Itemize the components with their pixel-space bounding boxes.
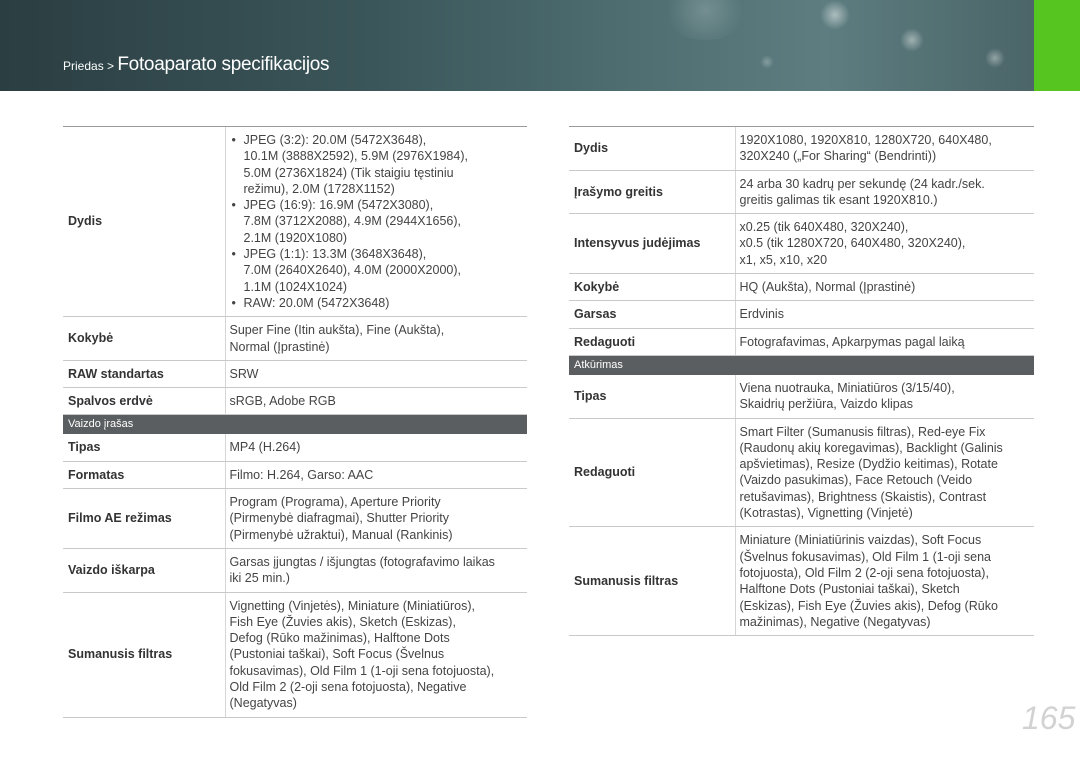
- spec-label: Dydis: [63, 125, 225, 318]
- breadcrumb-parent: Priedas >: [63, 59, 118, 73]
- chapter-tab: [1034, 0, 1080, 91]
- spec-label: Redaguoti: [569, 328, 735, 356]
- spec-label: Garsas: [569, 300, 735, 329]
- spec-value: sRGB, Adobe RGB: [224, 387, 527, 416]
- table-row: Tipas Viena nuotrauka, Miniatiūros (3/15…: [569, 374, 1034, 419]
- bullet-item: JPEG (16:9): 16.9M (5472X3080),7.8M (371…: [230, 197, 524, 246]
- spec-label: Sumanusis filtras: [569, 526, 735, 637]
- section-header-row: Vaizdo įrašas: [63, 414, 527, 435]
- spec-label: Sumanusis filtras: [63, 592, 225, 718]
- table-row: Filmo AE režimas Program (Programa), Ape…: [63, 488, 527, 549]
- spec-value: Viena nuotrauka, Miniatiūros (3/15/40), S…: [734, 374, 1034, 419]
- page-title: Fotoaparato specifikacijos: [117, 54, 330, 75]
- spec-label: Tipas: [63, 433, 225, 462]
- table-row: Sumanusis filtras Vignetting (Vinjetės),…: [63, 592, 527, 718]
- spec-label: RAW standartas: [63, 360, 225, 389]
- spec-value: SRW: [224, 360, 527, 389]
- bullet-item: JPEG (3:2): 20.0M (5472X3648),10.1M (388…: [230, 132, 524, 197]
- spec-value: Vignetting (Vinjetės), Miniature (Miniat…: [224, 592, 527, 718]
- spec-value: Miniature (Miniatiūrinis vaizdas), Soft …: [734, 526, 1034, 637]
- spec-value: Smart Filter (Sumanusis filtras), Red-ey…: [734, 418, 1034, 528]
- table-row: Kokybė HQ (Aukšta), Normal (Įprastinė): [569, 273, 1034, 302]
- spec-label: Intensyvus judėjimas: [569, 213, 735, 275]
- table-row: Intensyvus judėjimas x0.25 (tik 640X480,…: [569, 213, 1034, 275]
- spec-value: Fotografavimas, Apkarpymas pagal laiką: [734, 328, 1034, 356]
- spec-value: MP4 (H.264): [224, 433, 527, 462]
- table-row: Dydis JPEG (3:2): 20.0M (5472X3648),10.1…: [63, 125, 527, 318]
- page-number: 165: [1022, 700, 1076, 736]
- spec-table-left: Dydis JPEG (3:2): 20.0M (5472X3648),10.1…: [63, 125, 527, 718]
- table-row: Įrašymo greitis 24 arba 30 kadrų per sek…: [569, 170, 1034, 215]
- bullet-item: RAW: 20.0M (5472X3648): [230, 295, 524, 312]
- spec-value: Garsas įjungtas / išjungtas (fotografavi…: [224, 548, 527, 593]
- table-row: RAW standartas SRW: [63, 360, 527, 389]
- table-row: Kokybė Super Fine (Itin aukšta), Fine (A…: [63, 316, 527, 361]
- table-row: Redaguoti Smart Filter (Sumanusis filtra…: [569, 418, 1034, 528]
- table-row: Formatas Filmo: H.264, Garso: AAC: [63, 461, 527, 490]
- spec-label: Tipas: [569, 374, 735, 419]
- section-title: Vaizdo įrašas: [63, 414, 527, 435]
- breadcrumb: Priedas > Fotoaparato specifikacijos: [63, 54, 330, 76]
- spec-label: Vaizdo iškarpa: [63, 548, 225, 593]
- spec-value: HQ (Aukšta), Normal (Įprastinė): [734, 273, 1034, 302]
- spec-label: Filmo AE režimas: [63, 488, 225, 549]
- spec-value: Filmo: H.264, Garso: AAC: [224, 461, 527, 490]
- page-header: Priedas > Fotoaparato specifikacijos: [0, 0, 1034, 91]
- table-row: Tipas MP4 (H.264): [63, 433, 527, 462]
- spec-label: Formatas: [63, 461, 225, 490]
- spec-value: Program (Programa), Aperture Priority (Pi…: [224, 488, 527, 549]
- spec-value: x0.25 (tik 640X480, 320X240), x0.5 (tik 1…: [734, 213, 1034, 275]
- spec-label: Spalvos erdvė: [63, 387, 225, 416]
- spec-label: Įrašymo greitis: [569, 170, 735, 215]
- section-header-row: Atkūrimas: [569, 355, 1034, 375]
- table-row: Sumanusis filtras Miniature (Miniatiūrin…: [569, 526, 1034, 637]
- table-row: Spalvos erdvė sRGB, Adobe RGB: [63, 387, 527, 416]
- spec-value: JPEG (3:2): 20.0M (5472X3648),10.1M (388…: [224, 125, 527, 318]
- spec-label: Kokybė: [569, 273, 735, 302]
- spec-value: 24 arba 30 kadrų per sekundę (24 kadr./s…: [734, 170, 1034, 215]
- table-row: Dydis 1920X1080, 1920X810, 1280X720, 640…: [569, 126, 1034, 171]
- table-row: Vaizdo iškarpa Garsas įjungtas / išjungt…: [63, 548, 527, 593]
- spec-table-right: Dydis 1920X1080, 1920X810, 1280X720, 640…: [569, 126, 1034, 637]
- spec-label: Kokybė: [63, 316, 225, 361]
- spec-value: Super Fine (Itin aukšta), Fine (Aukšta),…: [224, 316, 527, 361]
- table-row: Garsas Erdvinis: [569, 300, 1034, 329]
- spec-value: Erdvinis: [734, 300, 1034, 329]
- bullet-item: JPEG (1:1): 13.3M (3648X3648),7.0M (2640…: [230, 246, 524, 295]
- spec-value: 1920X1080, 1920X810, 1280X720, 640X480, 3…: [734, 126, 1034, 171]
- spec-label: Dydis: [569, 126, 735, 171]
- section-title: Atkūrimas: [569, 355, 1034, 375]
- spec-label: Redaguoti: [569, 418, 735, 528]
- table-row: Redaguoti Fotografavimas, Apkarpymas pag…: [569, 328, 1034, 356]
